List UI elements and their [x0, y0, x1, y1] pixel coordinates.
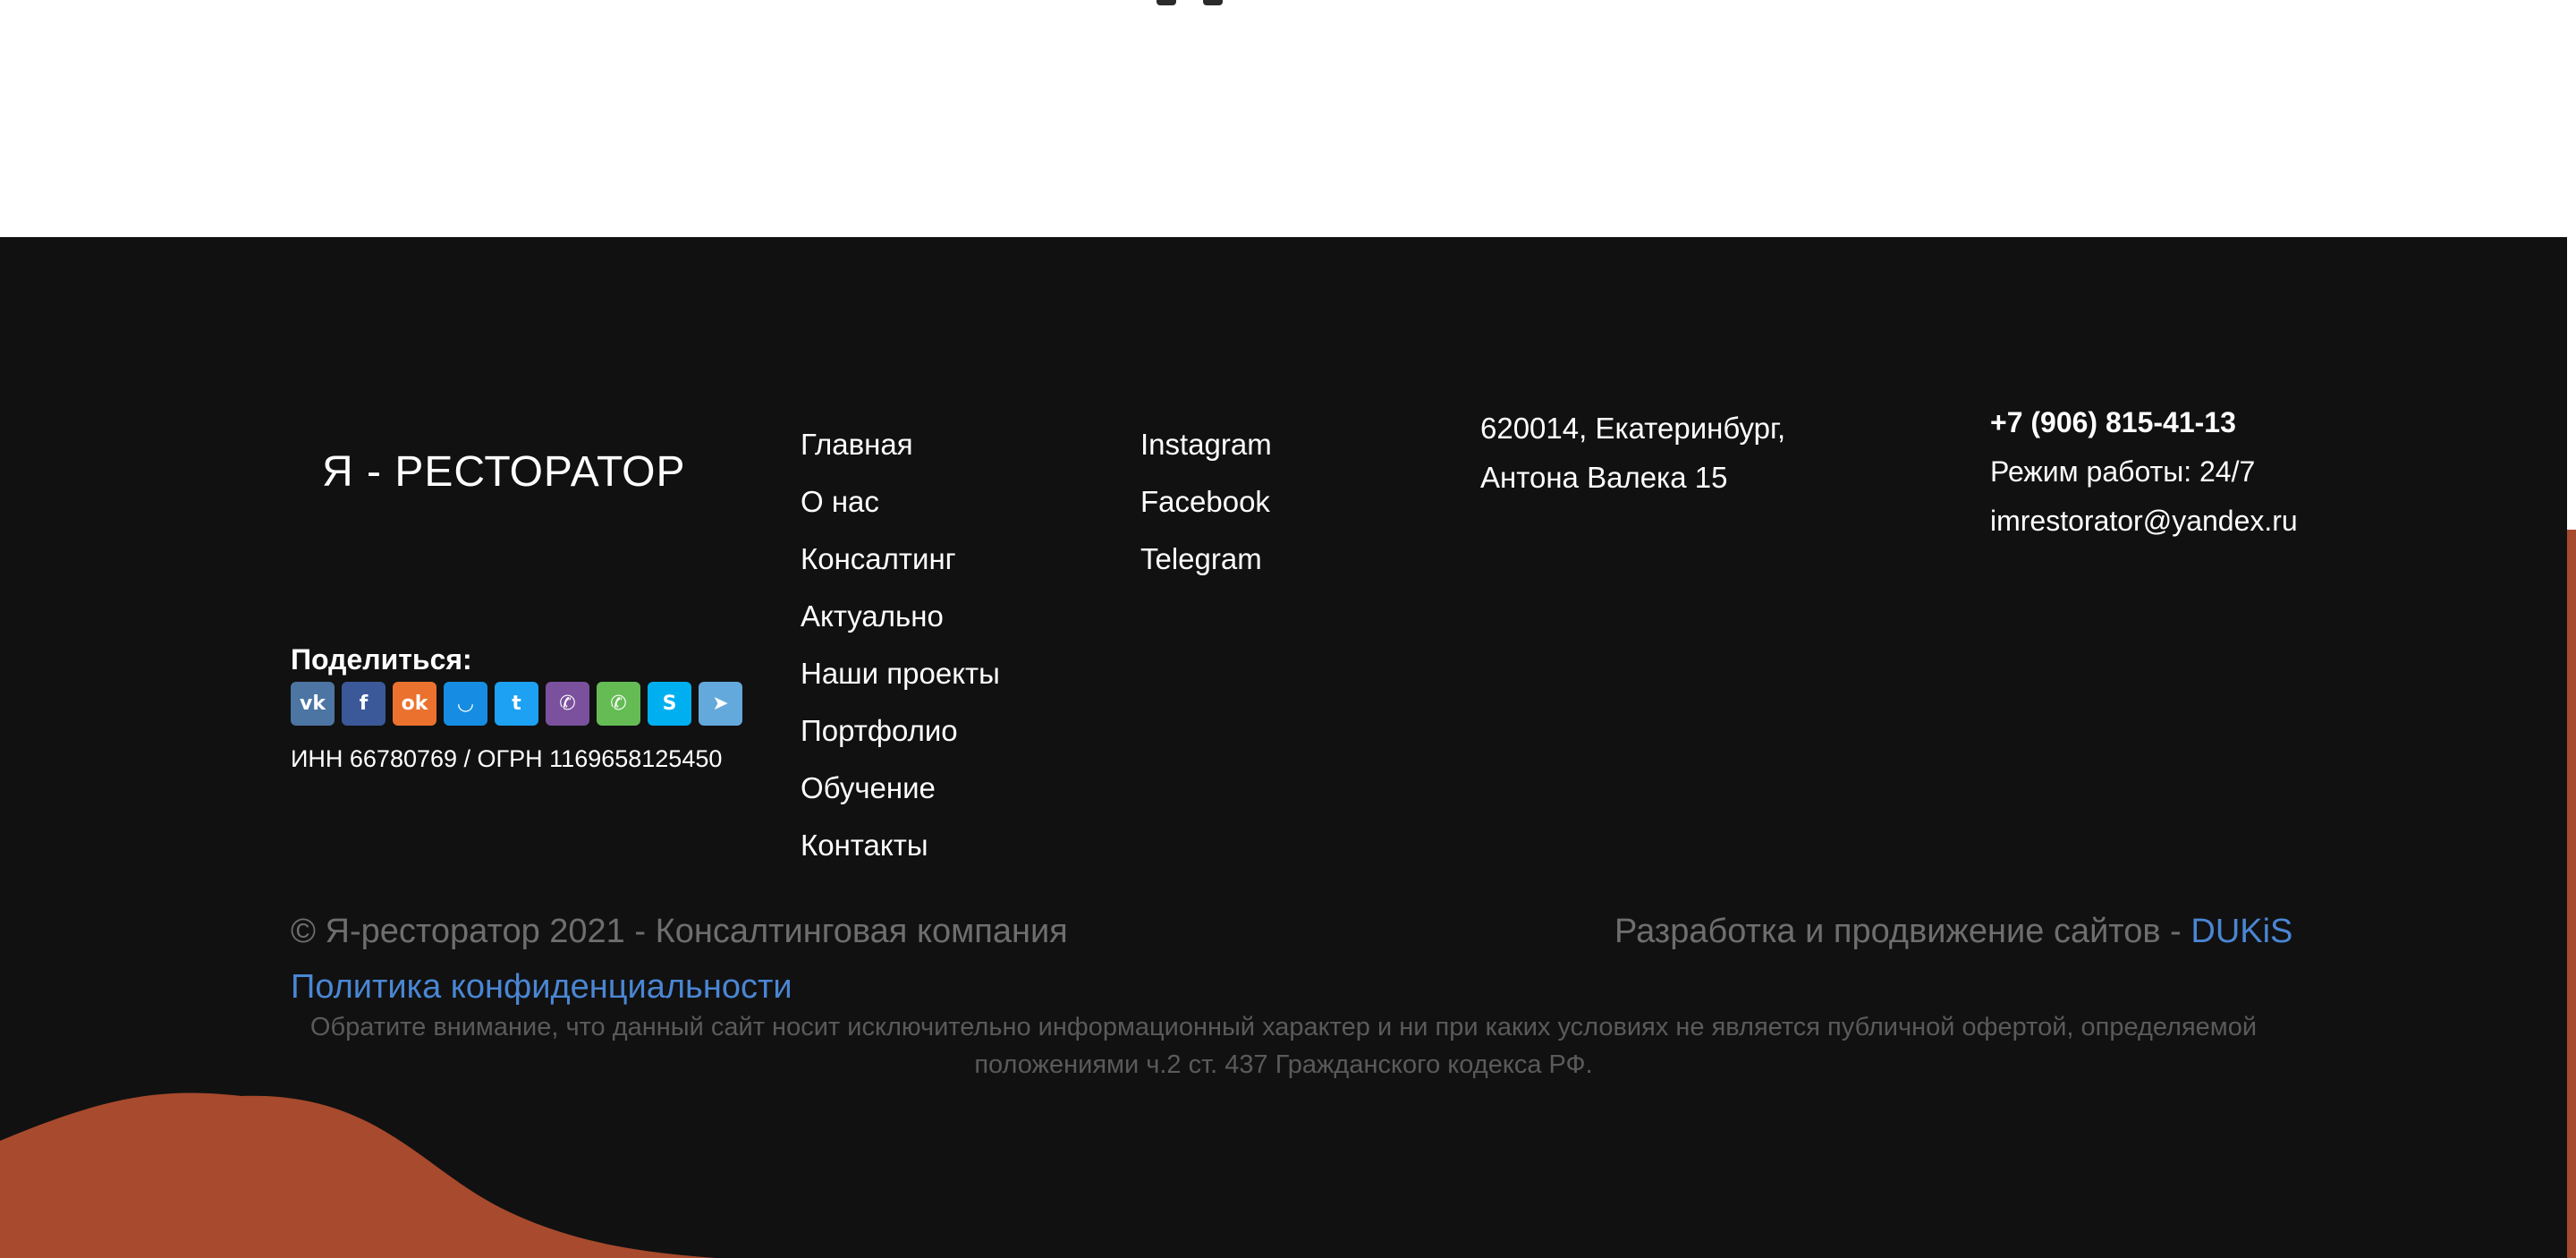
facebook-icon[interactable]: f [342, 682, 386, 726]
moimir-icon[interactable]: ◡ [444, 682, 487, 726]
copyright: © Я-ресторатор 2021 - Консалтинговая ком… [291, 913, 1068, 950]
page-content-area [0, 0, 2576, 237]
nav-projects[interactable]: Наши проекты [801, 645, 1000, 702]
address-line2: Антона Валека 15 [1480, 461, 1728, 494]
developer-link[interactable]: DUKiS [2190, 913, 2292, 950]
email-link[interactable]: imrestorator@yandex.ru [1990, 497, 2298, 546]
link-telegram[interactable]: Telegram [1140, 531, 1272, 588]
nav-news[interactable]: Актуально [801, 588, 1000, 645]
text-fragment [1203, 0, 1223, 5]
skype-icon[interactable]: S [648, 682, 691, 726]
nav-consulting[interactable]: Консалтинг [801, 531, 1000, 588]
legal-notice: Обратите внимание, что данный сайт носит… [309, 1013, 2258, 1079]
nav-home[interactable]: Главная [801, 416, 1000, 473]
address-line1: 620014, Екатеринбург, [1480, 412, 1786, 445]
share-buttons: vk f ok ◡ t ✆ ✆ S ➤ [291, 682, 742, 726]
twitter-icon[interactable]: t [495, 682, 538, 726]
phone-link[interactable]: +7 (906) 815-41-13 [1990, 398, 2298, 447]
telegram-icon[interactable]: ➤ [699, 682, 742, 726]
site-logo[interactable]: Я - РЕСТОРАТОР [322, 447, 686, 497]
odnoklassniki-icon[interactable]: ok [393, 682, 436, 726]
nav-education[interactable]: Обучение [801, 760, 1000, 817]
address: 620014, Екатеринбург, Антона Валека 15 [1480, 404, 1785, 502]
social-links: Instagram Facebook Telegram [1140, 416, 1272, 588]
share-label: Поделиться: [291, 643, 472, 676]
legal-info: ИНН 66780769 / ОГРН 1169658125450 [291, 745, 723, 772]
nav-portfolio[interactable]: Портфолио [801, 702, 1000, 760]
nav-contacts[interactable]: Контакты [801, 817, 1000, 874]
privacy-policy-link[interactable]: Политика конфиденциальности [291, 968, 792, 1007]
vk-icon[interactable]: vk [291, 682, 335, 726]
developer-credit: Разработка и продвижение сайтов - DUKiS [1614, 913, 2292, 951]
footer-nav: Главная О нас Консалтинг Актуально Наши … [801, 416, 1000, 874]
developer-text: Разработка и продвижение сайтов - [1614, 913, 2191, 950]
decorative-stripe [2567, 530, 2576, 1258]
nav-about[interactable]: О нас [801, 473, 1000, 531]
link-instagram[interactable]: Instagram [1140, 416, 1272, 473]
contact-info: +7 (906) 815-41-13 Режим работы: 24/7 im… [1990, 398, 2298, 546]
site-footer: Я - РЕСТОРАТОР Поделиться: vk f ok ◡ t ✆ ✆ S ➤ И… [0, 237, 2567, 1258]
viber-icon[interactable]: ✆ [546, 682, 589, 726]
text-fragment [1157, 0, 1176, 5]
working-hours: Режим работы: 24/7 [1990, 455, 2256, 488]
whatsapp-icon[interactable]: ✆ [597, 682, 640, 726]
link-facebook[interactable]: Facebook [1140, 473, 1272, 531]
